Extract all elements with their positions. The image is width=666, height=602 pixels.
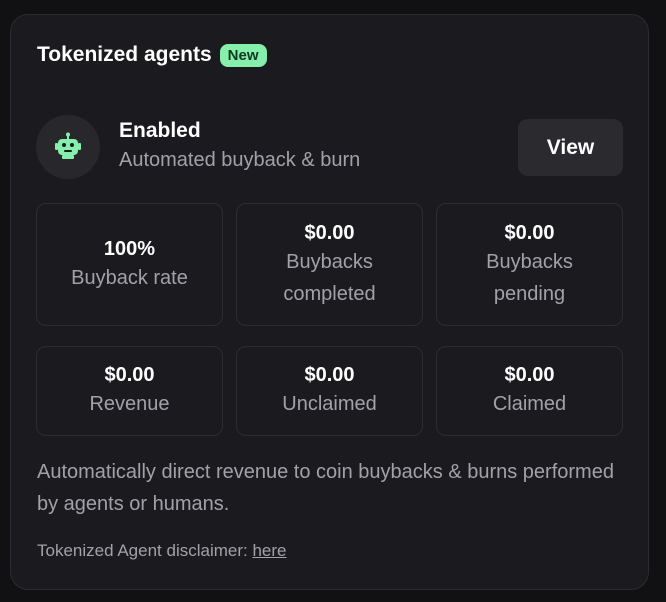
tokenized-agents-card: Tokenized agents New Enabled Automated b… xyxy=(10,14,649,590)
stat-label: Buybacks completed xyxy=(283,250,376,305)
stat-value: $0.00 xyxy=(304,364,355,386)
stat-value: 100% xyxy=(103,237,156,260)
stat-label: Buyback rate xyxy=(71,266,188,289)
new-badge: New xyxy=(219,43,267,67)
stat-label: Revenue xyxy=(89,393,170,415)
disclaimer: Tokenized Agent disclaimer: here xyxy=(37,541,286,561)
stat-unclaimed: $0.00 Unclaimed xyxy=(236,346,423,436)
stat-label: Buybacks pending xyxy=(486,250,573,305)
stat-buybacks-pending: $0.00 Buybacks pending xyxy=(436,203,623,326)
stat-value: $0.00 xyxy=(504,364,555,386)
stat-buybacks-completed: $0.00 Buybacks completed xyxy=(236,203,423,326)
card-title: Tokenized agents xyxy=(37,43,212,66)
stat-buyback-rate: 100% Buyback rate xyxy=(36,203,223,326)
stat-label: Unclaimed xyxy=(282,393,377,415)
stat-claimed: $0.00 Claimed xyxy=(436,346,623,436)
stat-value: $0.00 xyxy=(104,364,155,386)
stat-value: $0.00 xyxy=(504,221,555,244)
disclaimer-text: Tokenized Agent disclaimer: xyxy=(37,541,253,560)
robot-icon xyxy=(36,115,100,179)
stat-revenue: $0.00 Revenue xyxy=(36,346,223,436)
disclaimer-link[interactable]: here xyxy=(252,541,286,560)
view-button[interactable]: View xyxy=(518,119,623,176)
agent-subtitle: Automated buyback & burn xyxy=(119,149,361,171)
agent-status-block: Enabled Automated buyback & burn xyxy=(119,119,360,172)
card-header: Tokenized agents New xyxy=(37,43,267,67)
description: Automatically direct revenue to coin buy… xyxy=(37,461,614,515)
agent-status: Enabled xyxy=(119,119,201,142)
stat-value: $0.00 xyxy=(304,221,355,244)
stat-label: Claimed xyxy=(492,393,567,415)
